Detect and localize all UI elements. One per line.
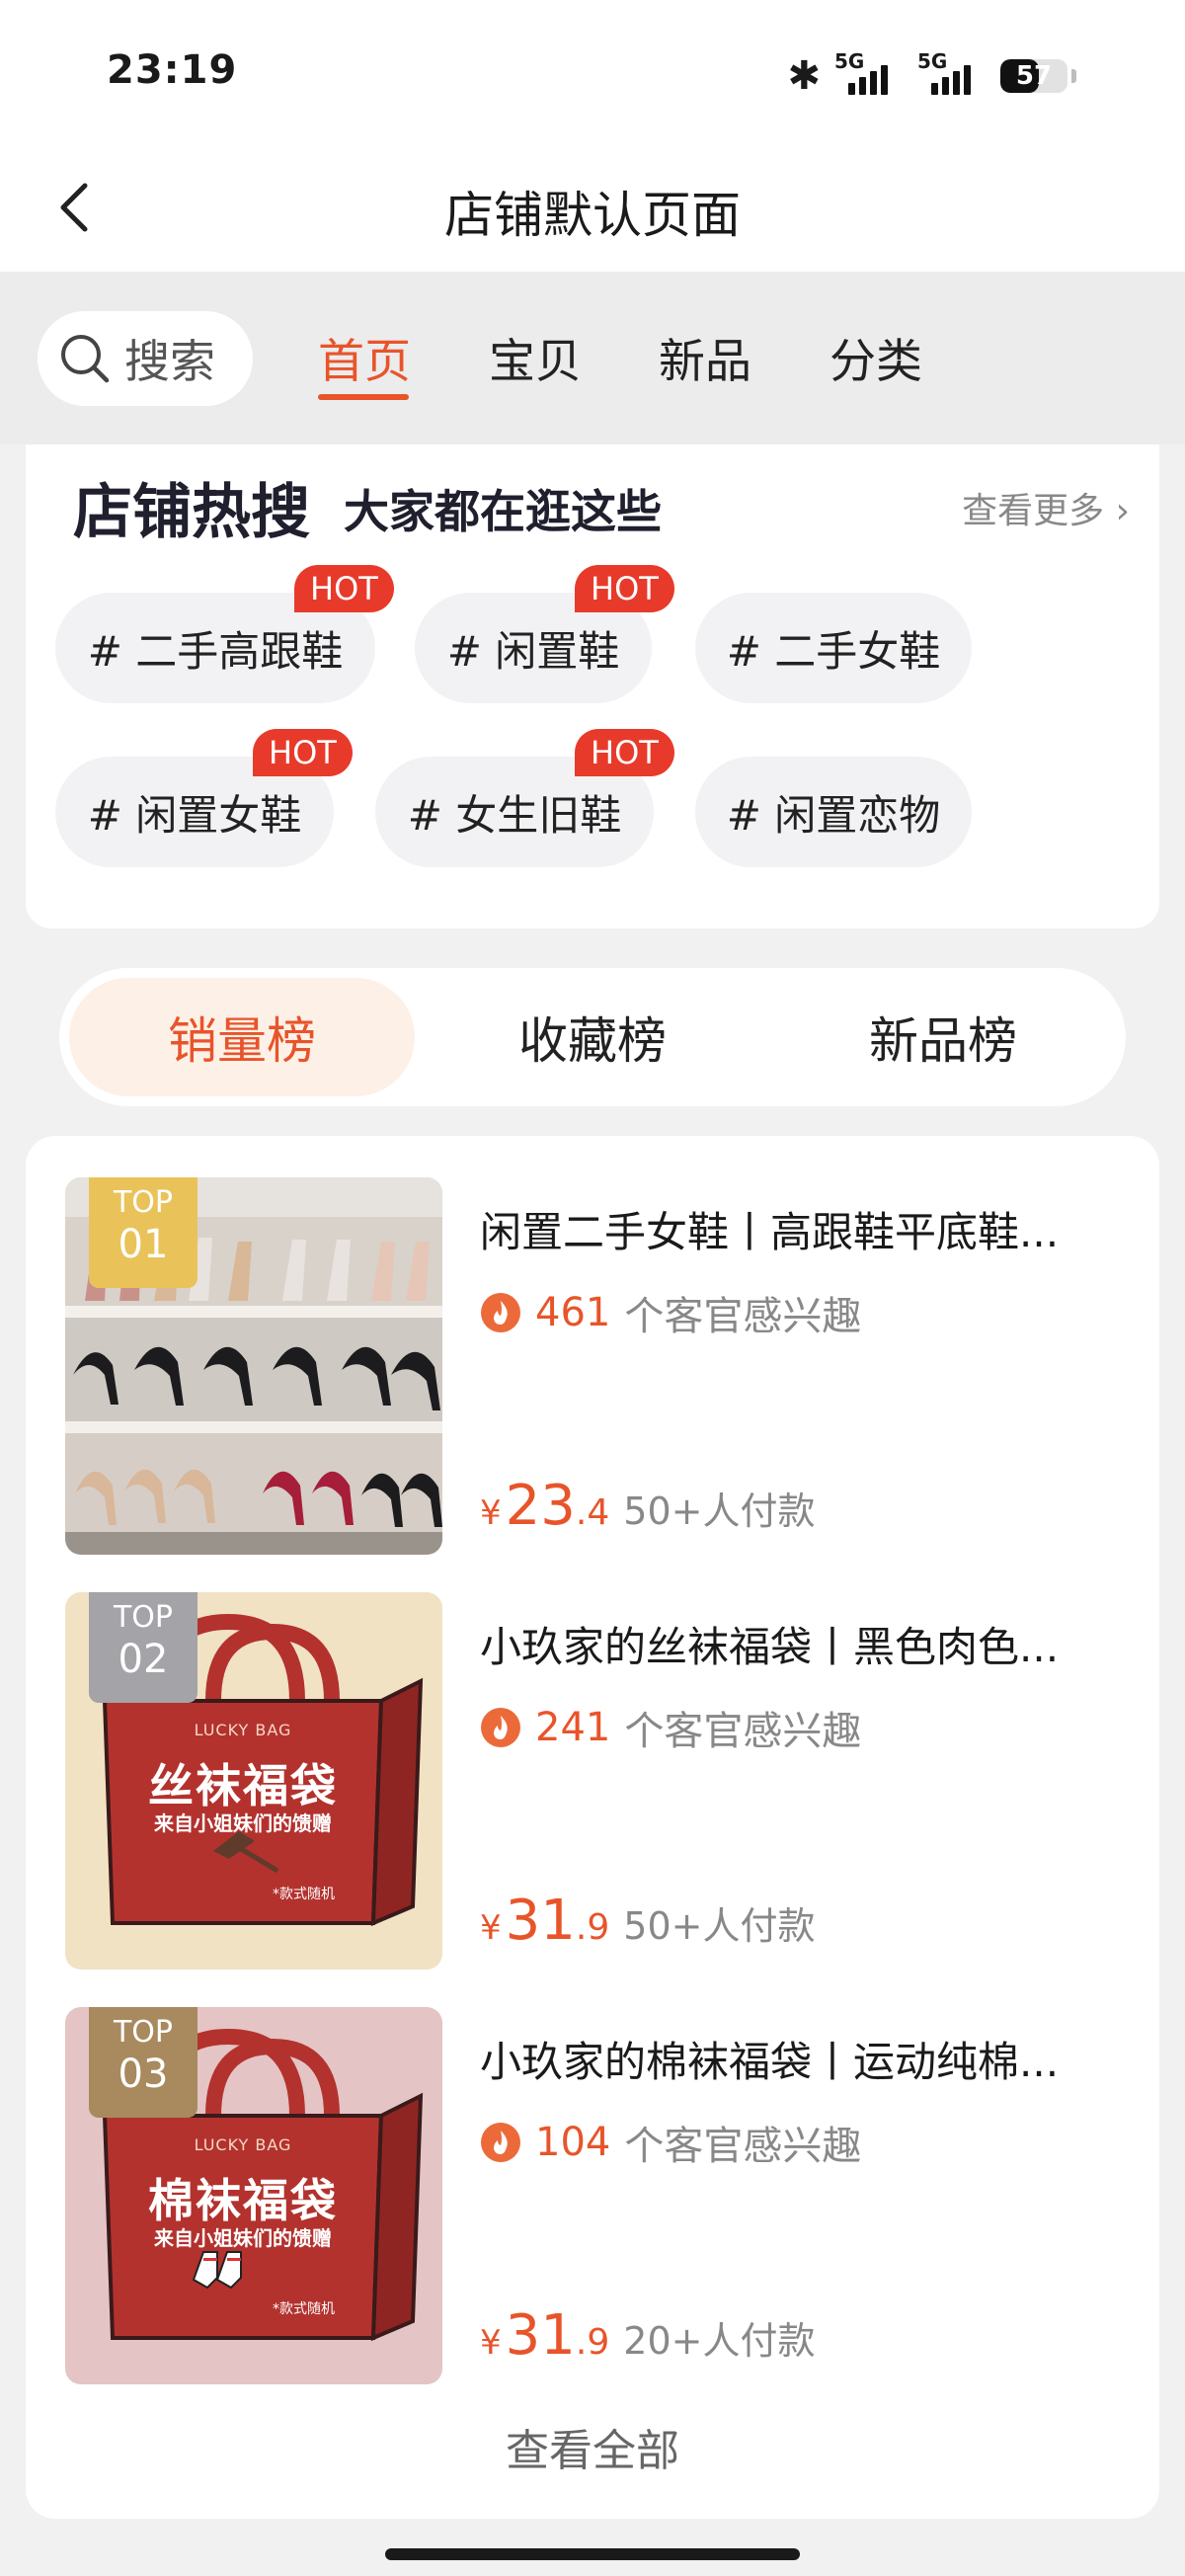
hot-tag[interactable]: # 二手女鞋 <box>695 593 972 703</box>
search-label: 搜索 <box>124 335 215 388</box>
status-bar: 23:19 ✱ 5G 5G 57 <box>0 0 1185 148</box>
product-item[interactable]: LUCKY BAG 丝袜福袋 来自小姐妹们的馈赠 *款式随机 TOP 02 小玖… <box>65 1592 1132 1972</box>
see-more-link[interactable]: 查看更多 › <box>962 482 1130 533</box>
status-time: 23:19 <box>107 47 238 93</box>
signal-icon: 5G <box>834 49 904 99</box>
hot-badge: HOT <box>575 729 674 776</box>
tab-sales-rank[interactable]: 销量榜 <box>69 978 415 1096</box>
currency-symbol: ¥ <box>480 2323 502 2363</box>
hot-search-subtitle: 大家都在逛这些 <box>344 485 662 538</box>
tab-category[interactable]: 分类 <box>830 323 922 391</box>
bag-note: *款式随机 <box>273 2301 335 2317</box>
product-ranking-list: TOP 01 闲置二手女鞋丨高跟鞋平底鞋... 461 个客官感兴趣 ¥ 23 … <box>26 1136 1159 2519</box>
interest-row: 104 个客官感兴趣 <box>480 2114 861 2171</box>
status-icons: ✱ 5G 5G 57 <box>787 49 1076 101</box>
price-integer: 31 <box>505 1889 576 1953</box>
price-integer: 31 <box>505 2303 576 2368</box>
bag-title: 丝袜福袋 <box>148 1759 338 1812</box>
rank-badge: TOP 03 <box>89 2007 198 2118</box>
active-tab-indicator <box>318 394 409 400</box>
battery-icon: 57 <box>1000 59 1067 93</box>
tab-new-rank[interactable]: 新品榜 <box>770 978 1116 1096</box>
bag-top-label: LUCKY BAG <box>194 2135 292 2154</box>
price-integer: 23 <box>505 1474 576 1538</box>
product-price: ¥ 23 .4 50+人付款 <box>480 1474 815 1538</box>
interest-text: 个客官感兴趣 <box>624 2124 862 2169</box>
bag-title: 棉袜福袋 <box>148 2174 338 2227</box>
battery-percent: 57 <box>1015 61 1053 91</box>
bag-subtitle: 来自小姐妹们的馈赠 <box>154 2226 332 2250</box>
hot-search-title: 店铺热搜 <box>73 478 310 547</box>
rank-badge: TOP 02 <box>89 1592 198 1703</box>
rank-number: 01 <box>118 1222 169 1267</box>
store-tab-strip: 搜索 首页 宝贝 新品 分类 <box>0 272 1185 444</box>
interest-count: 104 <box>535 2120 611 2165</box>
see-all-button[interactable]: 查看全部 <box>26 2415 1159 2478</box>
tab-favorites-rank[interactable]: 收藏榜 <box>420 978 765 1096</box>
bag-note: *款式随机 <box>273 1887 335 1902</box>
product-title: 闲置二手女鞋丨高跟鞋平底鞋... <box>480 1208 1060 1256</box>
rank-badge: TOP 01 <box>89 1177 198 1288</box>
price-decimal: .9 <box>575 1907 610 1948</box>
hot-badge: HOT <box>253 729 353 776</box>
fire-icon <box>481 1293 520 1332</box>
rank-number: 02 <box>118 1637 169 1682</box>
product-title: 小玖家的棉袜福袋丨运动纯棉... <box>480 2038 1060 2086</box>
price-decimal: .4 <box>575 1492 610 1533</box>
ranking-switch: 销量榜 收藏榜 新品榜 <box>59 968 1126 1106</box>
bluetooth-icon: ✱ <box>787 53 821 99</box>
search-icon <box>61 335 110 383</box>
hot-badge: HOT <box>575 565 674 612</box>
fire-icon <box>481 1708 520 1747</box>
tab-new[interactable]: 新品 <box>659 323 751 391</box>
hot-search-card: 店铺热搜 大家都在逛这些 查看更多 › # 二手高跟鞋 HOT # 闲置鞋 HO… <box>26 444 1159 928</box>
hot-tag[interactable]: # 闲置恋物 <box>695 757 972 867</box>
rank-badge-label: TOP <box>113 1185 174 1220</box>
battery-tip <box>1071 69 1076 83</box>
sold-count: 50+人付款 <box>623 1904 816 1948</box>
interest-row: 241 个客官感兴趣 <box>480 1699 861 1756</box>
interest-count: 461 <box>535 1290 611 1335</box>
search-button[interactable]: 搜索 <box>38 311 253 406</box>
tab-home[interactable]: 首页 <box>318 323 411 391</box>
interest-text: 个客官感兴趣 <box>624 1709 862 1754</box>
chevron-right-icon: › <box>1104 491 1130 531</box>
product-price: ¥ 31 .9 50+人付款 <box>480 1889 815 1953</box>
product-price: ¥ 31 .9 20+人付款 <box>480 2303 815 2368</box>
rank-badge-label: TOP <box>113 1600 174 1635</box>
currency-symbol: ¥ <box>480 1908 502 1948</box>
sold-count: 20+人付款 <box>623 2319 816 2363</box>
currency-symbol: ¥ <box>480 1493 502 1533</box>
signal-icon-2: 5G <box>917 49 987 99</box>
rank-badge-label: TOP <box>113 2015 174 2050</box>
product-title: 小玖家的丝袜福袋丨黑色肉色... <box>480 1623 1060 1671</box>
interest-text: 个客官感兴趣 <box>624 1294 862 1339</box>
hot-badge: HOT <box>294 565 394 612</box>
interest-count: 241 <box>535 1705 611 1750</box>
interest-row: 461 个客官感兴趣 <box>480 1284 861 1341</box>
price-decimal: .9 <box>575 2322 610 2363</box>
fire-icon <box>481 2123 520 2162</box>
home-indicator[interactable] <box>385 2548 800 2560</box>
sold-count: 50+人付款 <box>623 1489 816 1533</box>
nav-bar: 店铺默认页面 <box>0 148 1185 272</box>
rank-number: 03 <box>118 2052 169 2097</box>
product-item[interactable]: LUCKY BAG 棉袜福袋 来自小姐妹们的馈赠 *款式随机 TOP 03 小玖… <box>65 2007 1132 2386</box>
page-title: 店铺默认页面 <box>444 187 741 244</box>
bag-top-label: LUCKY BAG <box>194 1721 292 1739</box>
bag-subtitle: 来自小姐妹们的馈赠 <box>154 1811 332 1835</box>
product-item[interactable]: TOP 01 闲置二手女鞋丨高跟鞋平底鞋... 461 个客官感兴趣 ¥ 23 … <box>65 1177 1132 1557</box>
tab-products[interactable]: 宝贝 <box>489 323 582 391</box>
see-more-label: 查看更多 <box>962 491 1105 531</box>
